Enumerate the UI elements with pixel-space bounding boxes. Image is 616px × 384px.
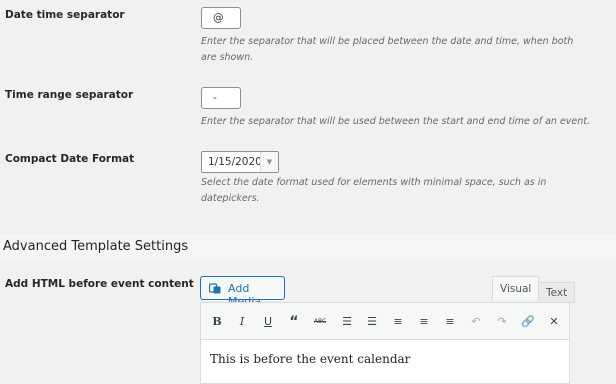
- chevron-down-icon: ▼: [260, 152, 278, 172]
- add-media-button[interactable]: Add Media: [200, 276, 285, 308]
- time-range-separator-label: Time range separator: [5, 89, 134, 101]
- undo-icon[interactable]: ↶: [467, 314, 485, 330]
- date-time-separator-description: Enter the separator that will be placed …: [201, 34, 573, 66]
- align-right-icon[interactable]: ≡: [441, 314, 459, 330]
- compact-date-format-description: Select the date format used for elements…: [201, 175, 546, 207]
- time-range-separator-description: Enter the separator that will be used be…: [201, 116, 591, 127]
- tab-text[interactable]: Text: [538, 282, 576, 303]
- html-before-label: Add HTML before event content: [5, 278, 194, 290]
- compact-date-format-value: 1/15/2020: [208, 156, 262, 168]
- align-left-icon[interactable]: ≡: [389, 314, 407, 330]
- section-title: Advanced Template Settings: [3, 239, 189, 254]
- tab-visual[interactable]: Visual: [492, 276, 540, 300]
- editor-content: This is before the event calendar: [210, 352, 411, 366]
- html-before-editor[interactable]: This is before the event calendar: [200, 340, 570, 384]
- media-icon: [209, 283, 221, 294]
- compact-date-format-select[interactable]: 1/15/2020 ▼: [201, 151, 279, 173]
- align-center-icon[interactable]: ≡: [415, 314, 433, 330]
- italic-icon[interactable]: I: [233, 314, 251, 330]
- description-line: Enter the separator that will be placed …: [201, 36, 574, 47]
- redo-icon[interactable]: ↷: [493, 314, 511, 330]
- editor-toolbar: B I U “ ABC ☰ ☰ ≡ ≡ ≡ ↶ ↷ 🔗 ✕: [200, 302, 570, 340]
- bold-icon[interactable]: B: [208, 314, 226, 330]
- fullscreen-icon[interactable]: ✕: [545, 314, 563, 330]
- date-time-separator-input[interactable]: @: [201, 7, 241, 29]
- description-line: datepickers.: [201, 193, 260, 204]
- bullet-list-icon[interactable]: ☰: [338, 314, 356, 330]
- underline-icon[interactable]: U: [259, 314, 277, 330]
- blockquote-icon[interactable]: “: [285, 314, 303, 330]
- time-range-separator-input[interactable]: -: [201, 87, 241, 109]
- description-line: Select the date format used for elements…: [201, 177, 547, 188]
- link-icon[interactable]: 🔗: [519, 314, 537, 330]
- numbered-list-icon[interactable]: ☰: [363, 314, 381, 330]
- description-line: are shown.: [201, 52, 254, 63]
- strikethrough-icon[interactable]: ABC: [311, 314, 329, 330]
- date-time-separator-label: Date time separator: [5, 9, 125, 21]
- compact-date-format-label: Compact Date Format: [5, 153, 135, 165]
